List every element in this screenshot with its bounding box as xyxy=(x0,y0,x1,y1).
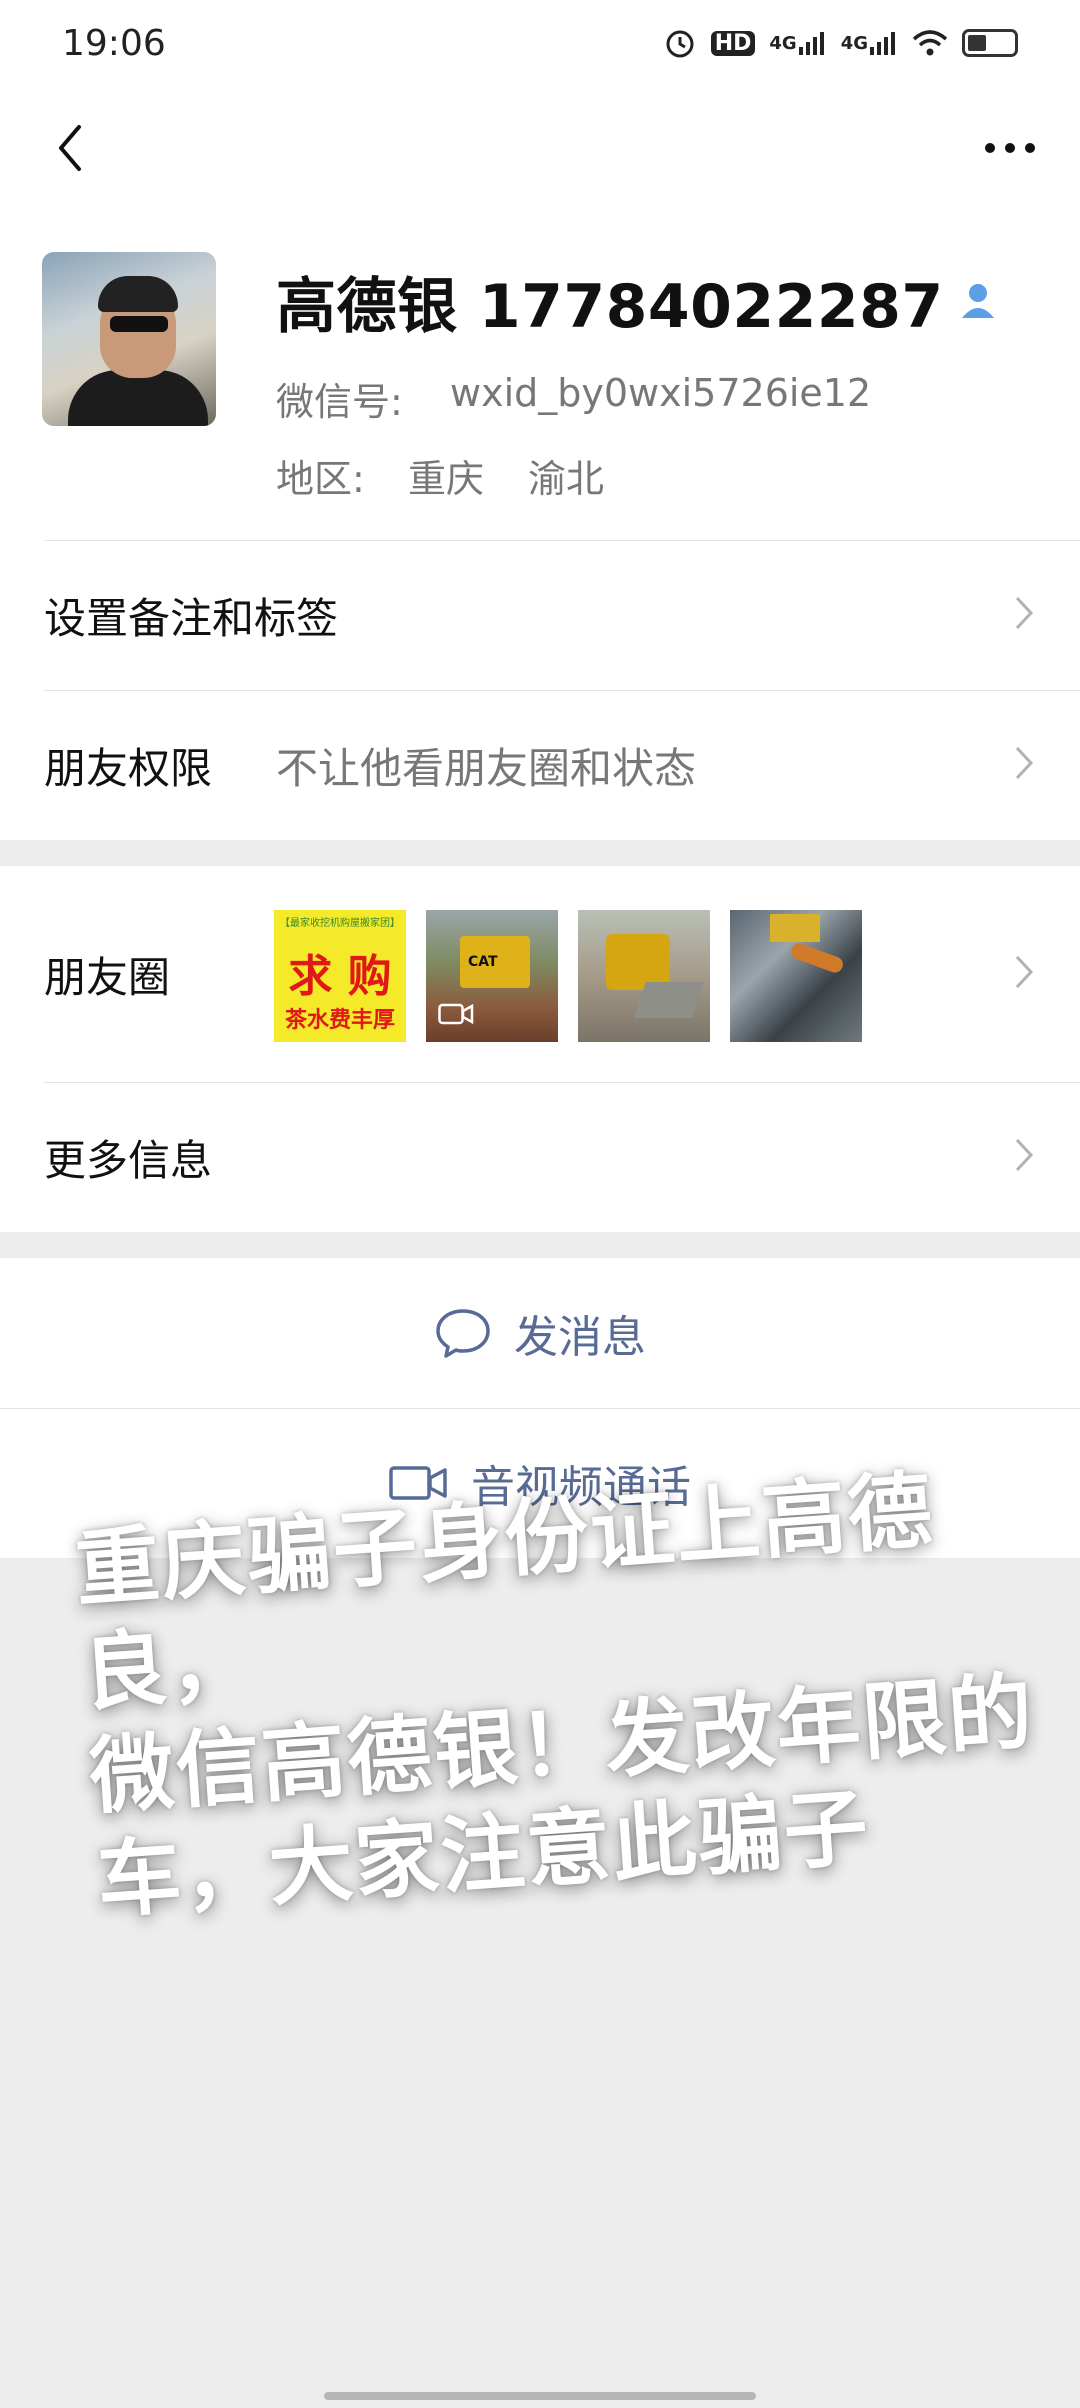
thumb-caption-small: 【最家收挖机购屋搬家团】 xyxy=(280,918,400,929)
profile-header: 高德银 17784022287 微信号: wxid_by0wxi5726ie12… xyxy=(0,210,1080,540)
moments-thumb[interactable] xyxy=(578,910,710,1042)
status-bar: 19:06 HD 4G 4G xyxy=(0,0,1080,86)
status-icons: HD 4G 4G xyxy=(663,26,1018,60)
back-button[interactable] xyxy=(40,118,100,178)
net-label-2: 4G xyxy=(840,32,868,54)
nav-bar xyxy=(0,86,1080,210)
alarm-icon xyxy=(663,26,697,60)
more-info-label: 更多信息 xyxy=(44,1135,213,1185)
net-label-1: 4G xyxy=(769,32,797,54)
friend-permissions-label: 朋友权限 xyxy=(44,743,213,793)
thumb-caption-main: 求 购 xyxy=(288,951,392,1002)
chat-bubble-icon xyxy=(436,1309,490,1358)
signal-4g-icon: 4G xyxy=(841,31,898,55)
chevron-left-icon xyxy=(59,125,81,171)
battery-icon xyxy=(962,29,1018,57)
friend-permissions-value: 不让他看朋友圈和状态 xyxy=(276,743,697,793)
region-city: 重庆 xyxy=(408,457,485,501)
signal-4g-icon: 4G xyxy=(769,31,826,55)
warning-overlay-text: 重庆骗子身份证上高德良， 微信高德银！发改年限的 车，大家注意此骗子 xyxy=(72,1448,1080,1933)
hd-label: HD xyxy=(714,30,752,56)
region-label: 地区: xyxy=(276,457,365,501)
send-message-button[interactable]: 发消息 xyxy=(0,1258,1080,1408)
contact-page: 19:06 HD 4G 4G 高德银 17784022287 微信号: wxid… xyxy=(0,0,1080,1558)
chevron-right-icon xyxy=(1014,954,1034,994)
chevron-right-icon xyxy=(1014,745,1034,785)
moments-thumb[interactable]: 【最家收挖机购屋搬家团】 求 购 茶水费丰厚 xyxy=(274,910,406,1042)
contact-name: 高德银 17784022287 xyxy=(276,272,944,342)
moments-row[interactable]: 朋友圈 【最家收挖机购屋搬家团】 求 购 茶水费丰厚 CAT xyxy=(0,866,1080,1082)
video-icon xyxy=(438,1002,474,1030)
profile-info: 高德银 17784022287 微信号: wxid_by0wxi5726ie12… xyxy=(276,252,998,540)
chevron-right-icon xyxy=(1014,1137,1034,1177)
avatar[interactable] xyxy=(42,252,216,426)
thumb-brand-text: CAT xyxy=(468,954,498,970)
moments-thumb[interactable] xyxy=(730,910,862,1042)
more-button[interactable] xyxy=(980,118,1040,178)
more-info-row[interactable]: 更多信息 xyxy=(0,1082,1080,1232)
home-indicator[interactable] xyxy=(324,2392,756,2400)
region-row: 地区: 重庆 渝北 xyxy=(276,448,998,503)
wechat-id-row: 微信号: wxid_by0wxi5726ie12 xyxy=(276,371,998,426)
chevron-right-icon xyxy=(1014,595,1034,635)
remark-tags-label: 设置备注和标签 xyxy=(44,593,339,643)
moments-thumbnails: 【最家收挖机购屋搬家团】 求 购 茶水费丰厚 CAT xyxy=(274,910,862,1042)
hd-icon: HD xyxy=(710,30,756,56)
friend-permissions-row[interactable]: 朋友权限 不让他看朋友圈和状态 xyxy=(0,690,1080,840)
moments-thumb[interactable]: CAT xyxy=(426,910,558,1042)
region-district: 渝北 xyxy=(528,457,605,501)
person-icon xyxy=(958,280,998,324)
remark-tags-row[interactable]: 设置备注和标签 xyxy=(0,540,1080,690)
more-dots-icon xyxy=(985,143,1035,153)
wifi-icon xyxy=(912,29,948,57)
thumb-caption-bottom: 茶水费丰厚 xyxy=(284,1007,395,1033)
wechat-id-value[interactable]: wxid_by0wxi5726ie12 xyxy=(450,371,871,426)
wechat-id-label: 微信号: xyxy=(276,380,403,424)
status-time: 19:06 xyxy=(62,22,166,64)
moments-label: 朋友圈 xyxy=(44,952,171,1002)
send-message-label: 发消息 xyxy=(514,1312,646,1363)
